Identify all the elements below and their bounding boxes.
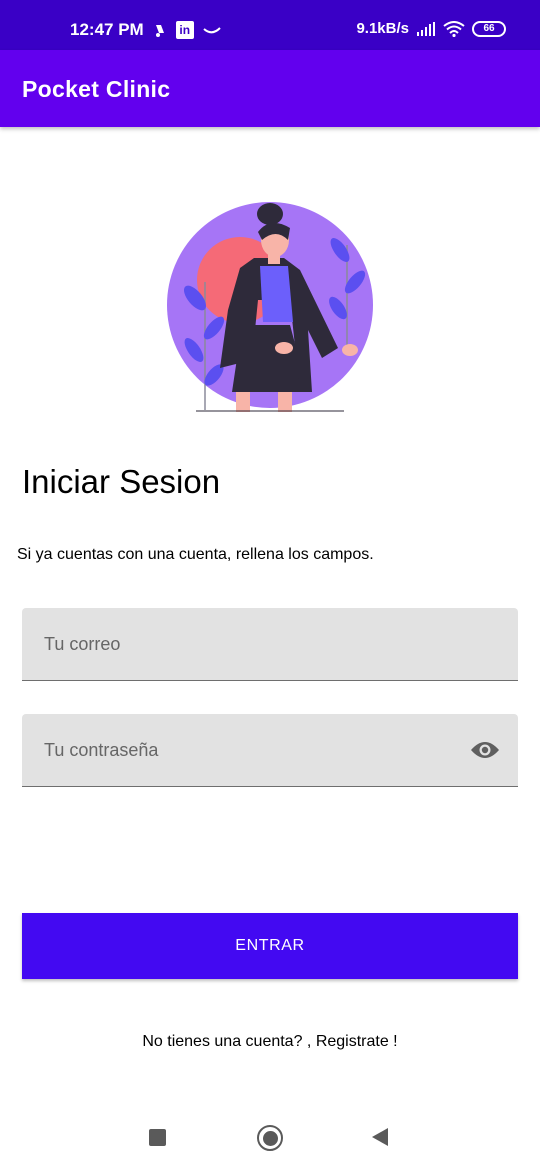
woman-illustration: [162, 200, 378, 416]
app-title: Pocket Clinic: [22, 76, 171, 102]
battery-icon: 66: [472, 20, 506, 37]
signal-icon: [416, 21, 436, 36]
email-input[interactable]: [22, 608, 518, 680]
tilde-icon: [203, 26, 221, 34]
status-bar: 12:47 PM in 9.1kB/s 66: [0, 0, 540, 50]
linkedin-icon: in: [175, 21, 194, 39]
status-right: 9.1kB/s 66: [356, 20, 506, 37]
recents-icon[interactable]: [149, 1129, 166, 1146]
home-icon[interactable]: [257, 1125, 283, 1151]
password-input[interactable]: [22, 714, 518, 786]
battery-level: 66: [483, 23, 495, 34]
status-left: 12:47 PM in: [70, 20, 221, 40]
wifi-icon: [443, 20, 465, 37]
email-field[interactable]: [22, 608, 518, 681]
home-icon-inner: [262, 1130, 278, 1146]
login-heading: Iniciar Sesion: [22, 463, 221, 500]
register-link[interactable]: No tienes una cuenta? , Registrate !: [0, 1033, 540, 1051]
back-icon[interactable]: [372, 1128, 388, 1146]
status-time: 12:47 PM: [70, 20, 144, 39]
password-field[interactable]: [22, 714, 518, 787]
eye-icon[interactable]: [469, 737, 501, 763]
app-bar: Pocket Clinic: [0, 50, 540, 127]
network-speed: 9.1kB/s: [356, 20, 409, 37]
nav-bar: [0, 1110, 540, 1170]
login-subtitle: Si ya cuentas con una cuenta, rellena lo…: [17, 546, 374, 563]
notification-icon: [153, 22, 167, 38]
enter-button[interactable]: ENTRAR: [22, 913, 518, 979]
